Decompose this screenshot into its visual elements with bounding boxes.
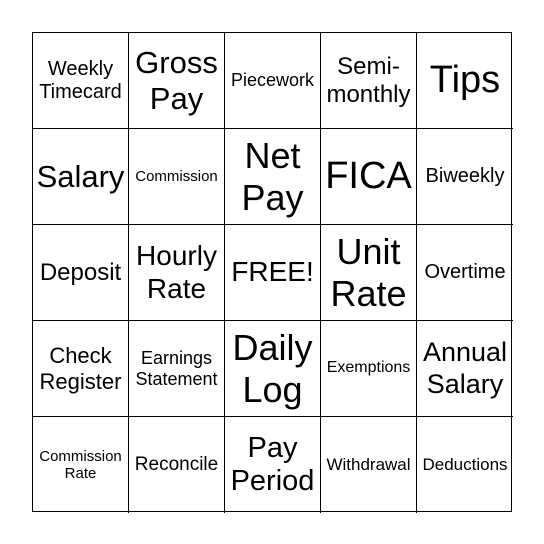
bingo-cell[interactable]: Reconcile bbox=[129, 417, 225, 513]
bingo-cell[interactable]: Earnings Statement bbox=[129, 321, 225, 417]
bingo-cell[interactable]: Withdrawal bbox=[321, 417, 417, 513]
bingo-cell[interactable]: Semi-monthly bbox=[321, 33, 417, 129]
bingo-cell[interactable]: Daily Log bbox=[225, 321, 321, 417]
bingo-cell[interactable]: Deductions bbox=[417, 417, 513, 513]
bingo-cell[interactable]: Deposit bbox=[33, 225, 129, 321]
bingo-cell[interactable]: Unit Rate bbox=[321, 225, 417, 321]
bingo-cell[interactable]: Salary bbox=[33, 129, 129, 225]
bingo-cell[interactable]: Net Pay bbox=[225, 129, 321, 225]
bingo-cell[interactable]: Pay Period bbox=[225, 417, 321, 513]
bingo-cell[interactable]: Overtime bbox=[417, 225, 513, 321]
bingo-cell[interactable]: Hourly Rate bbox=[129, 225, 225, 321]
bingo-cell[interactable]: Biweekly bbox=[417, 129, 513, 225]
bingo-cell[interactable]: Exemptions bbox=[321, 321, 417, 417]
bingo-cell[interactable]: Piecework bbox=[225, 33, 321, 129]
bingo-cell[interactable]: Gross Pay bbox=[129, 33, 225, 129]
bingo-cell[interactable]: Annual Salary bbox=[417, 321, 513, 417]
bingo-cell[interactable]: Check Register bbox=[33, 321, 129, 417]
bingo-cell[interactable]: Tips bbox=[417, 33, 513, 129]
bingo-cell[interactable]: FICA bbox=[321, 129, 417, 225]
bingo-cell[interactable]: Commission Rate bbox=[33, 417, 129, 513]
bingo-board: Weekly Timecard Gross Pay Piecework Semi-mo… bbox=[32, 32, 513, 513]
bingo-cell[interactable]: Commission bbox=[129, 129, 225, 225]
bingo-cell[interactable]: FREE! bbox=[225, 225, 321, 321]
bingo-cell[interactable]: Weekly Timecard bbox=[33, 33, 129, 129]
